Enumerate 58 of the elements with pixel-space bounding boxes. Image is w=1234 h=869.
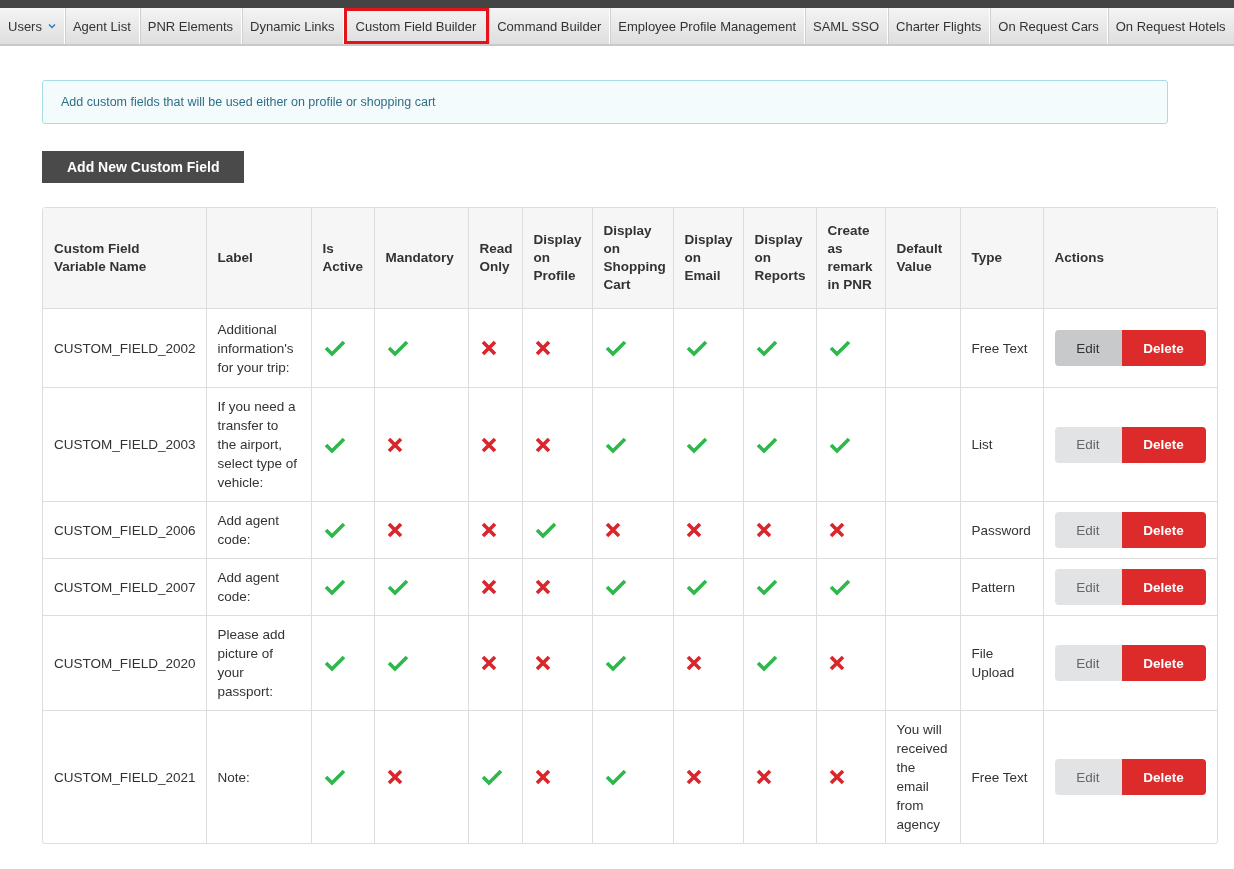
delete-button[interactable]: Delete [1121, 645, 1206, 681]
column-header: Mandatory [385, 250, 454, 265]
column-header: Type [971, 250, 1002, 265]
table-cell: Free Text [971, 340, 1028, 356]
delete-button[interactable]: Delete [1121, 330, 1206, 366]
add-custom-field-button[interactable]: Add New Custom Field [42, 151, 245, 183]
nav-tab[interactable]: Agent List [64, 8, 140, 44]
table-cell: CUSTOM_FIELD_2020 [54, 655, 196, 671]
table-cell: CUSTOM_FIELD_2003 [54, 437, 196, 452]
table-cell: Note: [217, 769, 250, 785]
column-header: Default Value [896, 241, 943, 274]
edit-button[interactable]: Edit [1054, 330, 1122, 366]
table-cell: Please add picture of your passport: [217, 627, 286, 699]
column-header: Display on Email [684, 232, 733, 283]
table-cell: You will received the email from agency [896, 722, 948, 832]
nav-tab[interactable]: Users [0, 8, 65, 44]
column-header: Display on Reports [754, 232, 806, 283]
nav-tab[interactable]: SAML SSO [805, 8, 888, 44]
nav-tab[interactable]: Command Builder [489, 8, 611, 44]
table-cell: File Upload [971, 646, 1015, 680]
info-alert: Add custom fields that will be used either on profile or shopping cart [42, 80, 1168, 124]
nav-tab[interactable]: Charter Flights [888, 8, 991, 44]
caret-icon [47, 23, 56, 29]
table-cell: CUSTOM_FIELD_2007 [54, 579, 196, 595]
delete-button[interactable]: Delete [1121, 512, 1206, 548]
nav-tab[interactable]: On Request Hotels [1107, 8, 1234, 44]
table-cell: CUSTOM_FIELD_2021 [54, 769, 196, 785]
edit-button[interactable]: Edit [1054, 759, 1122, 795]
table-cell: Add agent code: [217, 513, 280, 547]
column-header: Create as remark in PNR [827, 223, 873, 292]
table-cell: Add agent code: [217, 570, 280, 604]
edit-button[interactable]: Edit [1054, 512, 1122, 548]
column-header: Custom Field Variable Name [54, 241, 147, 274]
table-cell: CUSTOM_FIELD_2006 [54, 522, 196, 538]
nav-tab[interactable]: PNR Elements [139, 8, 243, 44]
column-header: Actions [1054, 250, 1104, 265]
column-header: Label [217, 250, 253, 265]
delete-button[interactable]: Delete [1121, 569, 1206, 605]
table-cell: If you need a transfer to the airport, select type of vehicle: [217, 399, 298, 490]
table-cell: Free Text [971, 769, 1028, 785]
delete-button[interactable]: Delete [1121, 759, 1206, 795]
column-header: Display on Shopping Cart [603, 223, 666, 292]
column-header: Display on Profile [533, 232, 582, 283]
edit-button[interactable]: Edit [1054, 645, 1122, 681]
table-cell: List [971, 437, 993, 452]
table-cell: Pattern [971, 579, 1016, 595]
column-header: Read Only [479, 241, 513, 274]
edit-button[interactable]: Edit [1054, 569, 1122, 605]
nav-tab[interactable]: Custom Field Builder [343, 8, 490, 44]
delete-button[interactable]: Delete [1121, 426, 1206, 463]
table-cell: CUSTOM_FIELD_2002 [54, 340, 196, 356]
nav-tab[interactable]: On Request Cars [990, 8, 1108, 44]
edit-button[interactable]: Edit [1054, 426, 1122, 463]
table-cell: Password [971, 522, 1031, 538]
table-cell: Additional information's for your trip: [217, 321, 294, 375]
nav-tab[interactable]: Employee Profile Management [610, 8, 806, 44]
column-header: Is Active [322, 241, 364, 274]
nav-tab[interactable]: Dynamic Links [242, 8, 344, 44]
